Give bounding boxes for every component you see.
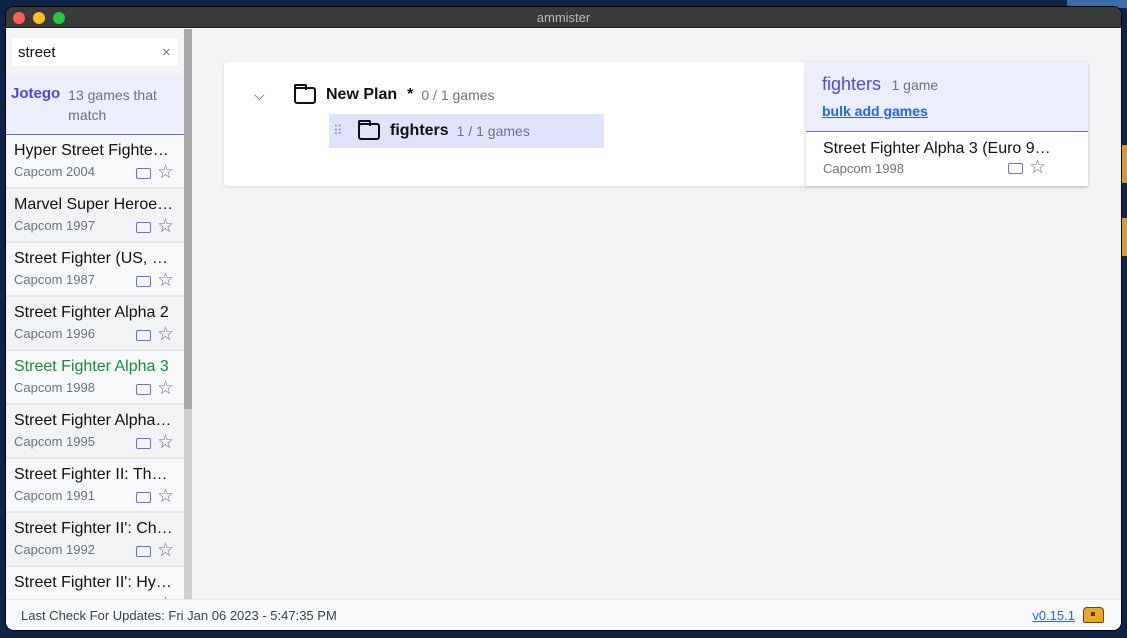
provider-name[interactable]: Jotego <box>11 85 60 134</box>
status-bar: Last Check For Updates: Fri Jan 06 2023 … <box>6 599 1121 630</box>
game-list-item[interactable]: Street Fighter Alpha 2 Capcom 1996 ☆ <box>6 297 184 351</box>
window-title: ammister <box>536 9 591 25</box>
star-icon[interactable]: ☆ <box>157 487 174 506</box>
scrollbar-thumb[interactable] <box>184 29 192 409</box>
plan-name[interactable]: New Plan <box>326 86 397 104</box>
version-link[interactable]: v0.15.1 <box>1032 608 1075 623</box>
star-icon[interactable]: ☆ <box>157 217 174 236</box>
cartridge-icon[interactable] <box>135 491 151 503</box>
desktop-chest-icon <box>1120 218 1127 256</box>
search-input[interactable] <box>18 43 158 61</box>
app-window: ammister × Jotego 13 games that match Hy… <box>6 7 1121 630</box>
treasure-chest-icon[interactable] <box>1083 607 1104 623</box>
star-icon[interactable]: ☆ <box>157 271 174 290</box>
star-icon[interactable]: ☆ <box>157 325 174 344</box>
desktop-chest-icon <box>1120 145 1127 183</box>
cartridge-icon[interactable] <box>135 221 151 233</box>
game-list-item[interactable]: Street Fighter Alpha: Warriors' DreamsCa… <box>6 405 184 459</box>
game-list: Hyper Street Fighter II: The Anniversary… <box>6 135 184 599</box>
provider-header: Jotego 13 games that match <box>6 75 184 135</box>
chevron-down-icon[interactable]: ⌵ <box>254 87 294 104</box>
star-icon[interactable]: ☆ <box>157 163 174 182</box>
search-box: × <box>12 38 178 66</box>
game-name: Street Fighter Alpha: Warriors' Dreams <box>14 412 174 429</box>
folder-row-fighters[interactable]: ⠿ fighters 1 / 1 games <box>329 114 604 148</box>
last-update-check: Last Check For Updates: Fri Jan 06 2023 … <box>21 607 337 623</box>
star-icon[interactable]: ☆ <box>157 433 174 452</box>
folder-icon <box>358 119 380 140</box>
game-name: Street Fighter Alpha 2 <box>14 304 169 321</box>
folder-detail-header: fighters 1 game bulk add games <box>806 62 1088 132</box>
folder-icon <box>294 83 316 104</box>
game-meta: Capcom 1998 <box>823 161 904 176</box>
main-panel: ⌵ New Plan * 0 / 1 games ⠿ fighters 1 / … <box>192 29 1121 599</box>
game-name: Street Fighter Alpha 3 <box>14 358 169 375</box>
star-icon[interactable]: ☆ <box>157 379 174 398</box>
title-bar: ammister <box>6 7 1121 28</box>
game-list-item[interactable]: Hyper Street Fighter II: The Anniversary… <box>6 135 184 189</box>
cartridge-icon[interactable] <box>135 545 151 557</box>
plan-game-count: 0 / 1 games <box>421 87 495 103</box>
match-count: 13 games that match <box>68 87 157 123</box>
folder-game-item[interactable]: Street Fighter Alpha 3 (Euro 980904) Cap… <box>806 132 1088 184</box>
unsaved-marker: * <box>407 86 414 103</box>
game-name: Marvel Super Heroes vs. Street Fighter <box>14 196 174 213</box>
cartridge-icon[interactable] <box>1007 162 1023 174</box>
maximize-window-button[interactable] <box>53 12 65 24</box>
search-area: × <box>7 29 178 74</box>
game-list-item[interactable]: Street Fighter (US, set 1)Capcom 1987☆ <box>6 243 184 297</box>
game-name: Street Fighter II': Hyper Fighting <box>14 574 174 591</box>
clear-search-icon[interactable]: × <box>162 44 171 61</box>
window-controls <box>13 12 65 24</box>
game-name: Street Fighter II': Champion Edition <box>14 520 174 537</box>
star-icon[interactable]: ☆ <box>1029 158 1046 177</box>
cartridge-icon[interactable] <box>135 437 151 449</box>
star-icon[interactable]: ☆ <box>157 541 174 560</box>
folder-name: fighters <box>390 122 449 139</box>
game-list-item[interactable]: Street Fighter II': Champion EditionCapc… <box>6 513 184 567</box>
folder-detail-card: fighters 1 game bulk add games Street Fi… <box>805 62 1088 186</box>
cartridge-icon[interactable] <box>135 275 151 287</box>
folder-game-count: 1 / 1 games <box>456 123 530 139</box>
cartridge-icon[interactable] <box>135 167 151 179</box>
game-name: Street Fighter Alpha 3 (Euro 980904) <box>823 140 1053 157</box>
game-list-item[interactable]: Street Fighter II: The World WarriorCapc… <box>6 459 184 513</box>
game-name: Hyper Street Fighter II: The Anniversary… <box>14 142 174 159</box>
game-name: Street Fighter (US, set 1) <box>14 250 174 267</box>
folder-detail-count: 1 game <box>891 77 939 93</box>
game-list-item[interactable]: Street Fighter Alpha 3 Capcom 1998 ☆ <box>6 351 184 405</box>
plan-row[interactable]: ⌵ New Plan * 0 / 1 games <box>254 83 495 104</box>
drag-handle-icon[interactable]: ⠿ <box>333 123 358 139</box>
cartridge-icon[interactable] <box>135 329 151 341</box>
game-list-item[interactable]: Marvel Super Heroes vs. Street FighterCa… <box>6 189 184 243</box>
game-name: Street Fighter II: The World Warrior <box>14 466 174 483</box>
sidebar-scrollbar[interactable] <box>184 29 192 599</box>
minimize-window-button[interactable] <box>33 12 45 24</box>
folder-detail-title: fighters <box>822 74 882 94</box>
game-list-item[interactable]: Street Fighter II': Hyper Fighting☆ <box>6 567 184 599</box>
close-window-button[interactable] <box>13 12 25 24</box>
cartridge-icon[interactable] <box>135 383 151 395</box>
sidebar: × Jotego 13 games that match Hyper Stree… <box>6 29 190 599</box>
bulk-add-games-link[interactable]: bulk add games <box>822 103 1088 119</box>
